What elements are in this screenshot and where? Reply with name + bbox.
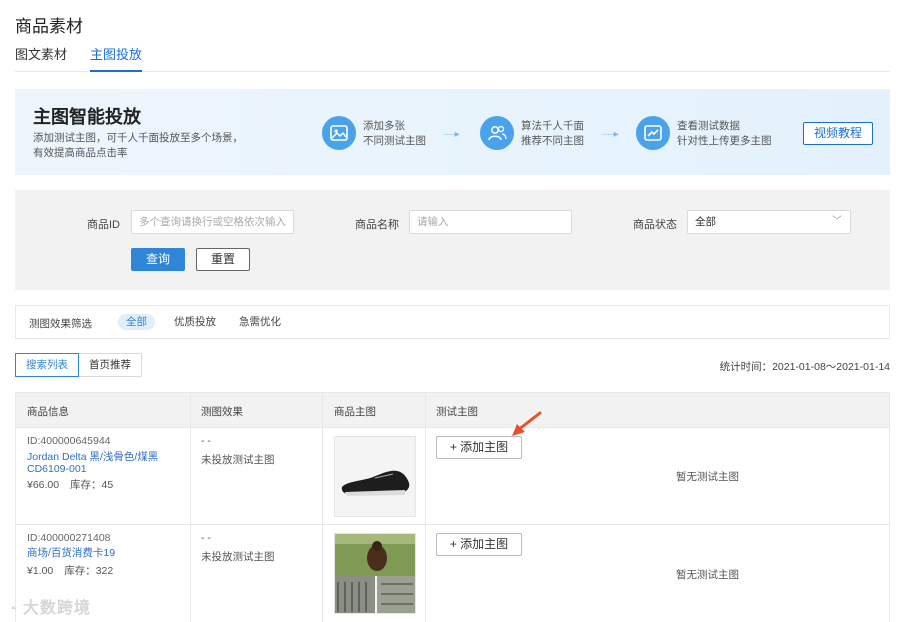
product-stock: 库存：322 xyxy=(64,565,114,577)
query-button[interactable]: 查询 xyxy=(131,248,185,271)
step-2-line2: 推荐不同主图 xyxy=(521,135,584,147)
product-id-input[interactable]: 多个查询请换行或空格依次输入 xyxy=(131,210,294,234)
annotation-arrow-icon xyxy=(512,411,542,436)
product-main-image[interactable] xyxy=(334,533,416,614)
effect-option-quality[interactable]: 优质投放 xyxy=(174,314,216,330)
chevron-down-icon: ﹀ xyxy=(832,216,842,227)
effect-filter-bar: 测图效果筛选 全部 优质投放 急需优化 xyxy=(15,305,890,339)
watermark-text: 大数跨境 xyxy=(22,600,91,617)
tab-main-image-delivery[interactable]: 主图投放 xyxy=(90,46,143,72)
product-id: ID:400000271408 xyxy=(27,532,111,544)
banner-title: 主图智能投放 xyxy=(33,107,141,127)
product-price: ¥66.00 xyxy=(27,479,60,491)
step-arrow-icon: ·····▸ xyxy=(602,129,619,140)
banner-description: 添加测试主图，可千人千面投放至多个场景， 有效提高商品点击率 xyxy=(33,131,248,161)
tab-image-text-material[interactable]: 图文素材 xyxy=(15,46,67,72)
header-test-image: 测试主图 xyxy=(436,406,478,418)
video-tutorial-button[interactable]: 视频教程 xyxy=(803,122,873,145)
product-price-stock: ¥1.00 库存：322 xyxy=(27,563,113,578)
effect-option-urgent[interactable]: 急需优化 xyxy=(239,314,281,330)
product-price-stock: ¥66.00 库存：45 xyxy=(27,477,113,492)
table-row: ID:400000271408 商场/百货消费卡19 ¥1.00 库存：322 … xyxy=(16,525,889,622)
table-row: ID:400000645944 Jordan Delta 黑/浅骨色/煤黑 CD… xyxy=(16,428,889,525)
banner-desc-line2: 有效提高商品点击率 xyxy=(33,147,128,159)
effect-status: 未投放测试主图 xyxy=(201,454,275,466)
add-main-image-button[interactable]: + 添加主图 xyxy=(436,533,522,556)
product-price: ¥1.00 xyxy=(27,565,54,577)
step-1-line1: 添加多张 xyxy=(363,120,405,132)
no-test-image-text: 暂无测试主图 xyxy=(676,471,739,483)
chart-icon xyxy=(636,116,670,150)
watermark-logo: ◔ 大数跨境 xyxy=(8,594,91,618)
watermark-icon: ◔ xyxy=(8,600,18,616)
product-id-label: 商品ID xyxy=(87,219,120,231)
product-id: ID:400000645944 xyxy=(27,435,111,447)
product-table: 商品信息 测图效果 商品主图 测试主图 ID:400000645944 Jord… xyxy=(15,392,890,622)
reset-button[interactable]: 重置 xyxy=(196,248,250,271)
effect-filter-label: 测图效果筛选 xyxy=(29,318,92,330)
list-type-switch: 搜索列表 首页推荐 xyxy=(15,353,142,377)
status-selected-value: 全部 xyxy=(695,216,716,228)
tab-home-recommend[interactable]: 首页推荐 xyxy=(79,353,142,377)
product-name-link[interactable]: Jordan Delta 黑/浅骨色/煤黑 CD6109-001 xyxy=(27,451,177,475)
header-product-info: 商品信息 xyxy=(27,406,69,418)
intro-banner: 主图智能投放 添加测试主图，可千人千面投放至多个场景， 有效提高商品点击率 添加… xyxy=(15,89,890,175)
product-status-label: 商品状态 xyxy=(633,219,677,231)
header-main-image: 商品主图 xyxy=(334,406,376,418)
stat-time: 统计时间：2021-01-08～2021-01-14 xyxy=(719,361,890,373)
step-2-line1: 算法千人千面 xyxy=(521,120,584,132)
image-icon xyxy=(322,116,356,150)
no-test-image-text: 暂无测试主图 xyxy=(676,569,739,581)
product-stock: 库存：45 xyxy=(70,479,114,491)
step-1-line2: 不同测试主图 xyxy=(363,135,426,147)
effect-option-all[interactable]: 全部 xyxy=(118,314,155,330)
step-3-line2: 针对性上传更多主图 xyxy=(677,135,772,147)
table-header: 商品信息 测图效果 商品主图 测试主图 xyxy=(16,393,889,428)
product-main-image[interactable] xyxy=(334,436,416,517)
tab-bar: 图文素材 主图投放 xyxy=(15,46,890,72)
banner-desc-line1: 添加测试主图，可千人千面投放至多个场景， xyxy=(33,132,243,144)
step-3-line1: 查看测试数据 xyxy=(677,120,740,132)
tab-search-list[interactable]: 搜索列表 xyxy=(15,353,79,377)
users-icon xyxy=(480,116,514,150)
effect-value: - - xyxy=(201,532,211,544)
page-title: 商品素材 xyxy=(15,17,83,36)
product-name-label: 商品名称 xyxy=(355,219,399,231)
search-filter-panel: 商品ID 多个查询请换行或空格依次输入 商品名称 请输入 商品状态 全部 ﹀ 查… xyxy=(15,190,890,290)
header-test-effect: 测图效果 xyxy=(201,406,243,418)
product-name-input[interactable]: 请输入 xyxy=(409,210,572,234)
step-arrow-icon: ·····▸ xyxy=(443,129,460,140)
effect-value: - - xyxy=(201,435,211,447)
product-status-select[interactable]: 全部 ﹀ xyxy=(687,210,851,234)
effect-status: 未投放测试主图 xyxy=(201,551,275,563)
product-name-link[interactable]: 商场/百货消费卡19 xyxy=(27,547,177,559)
